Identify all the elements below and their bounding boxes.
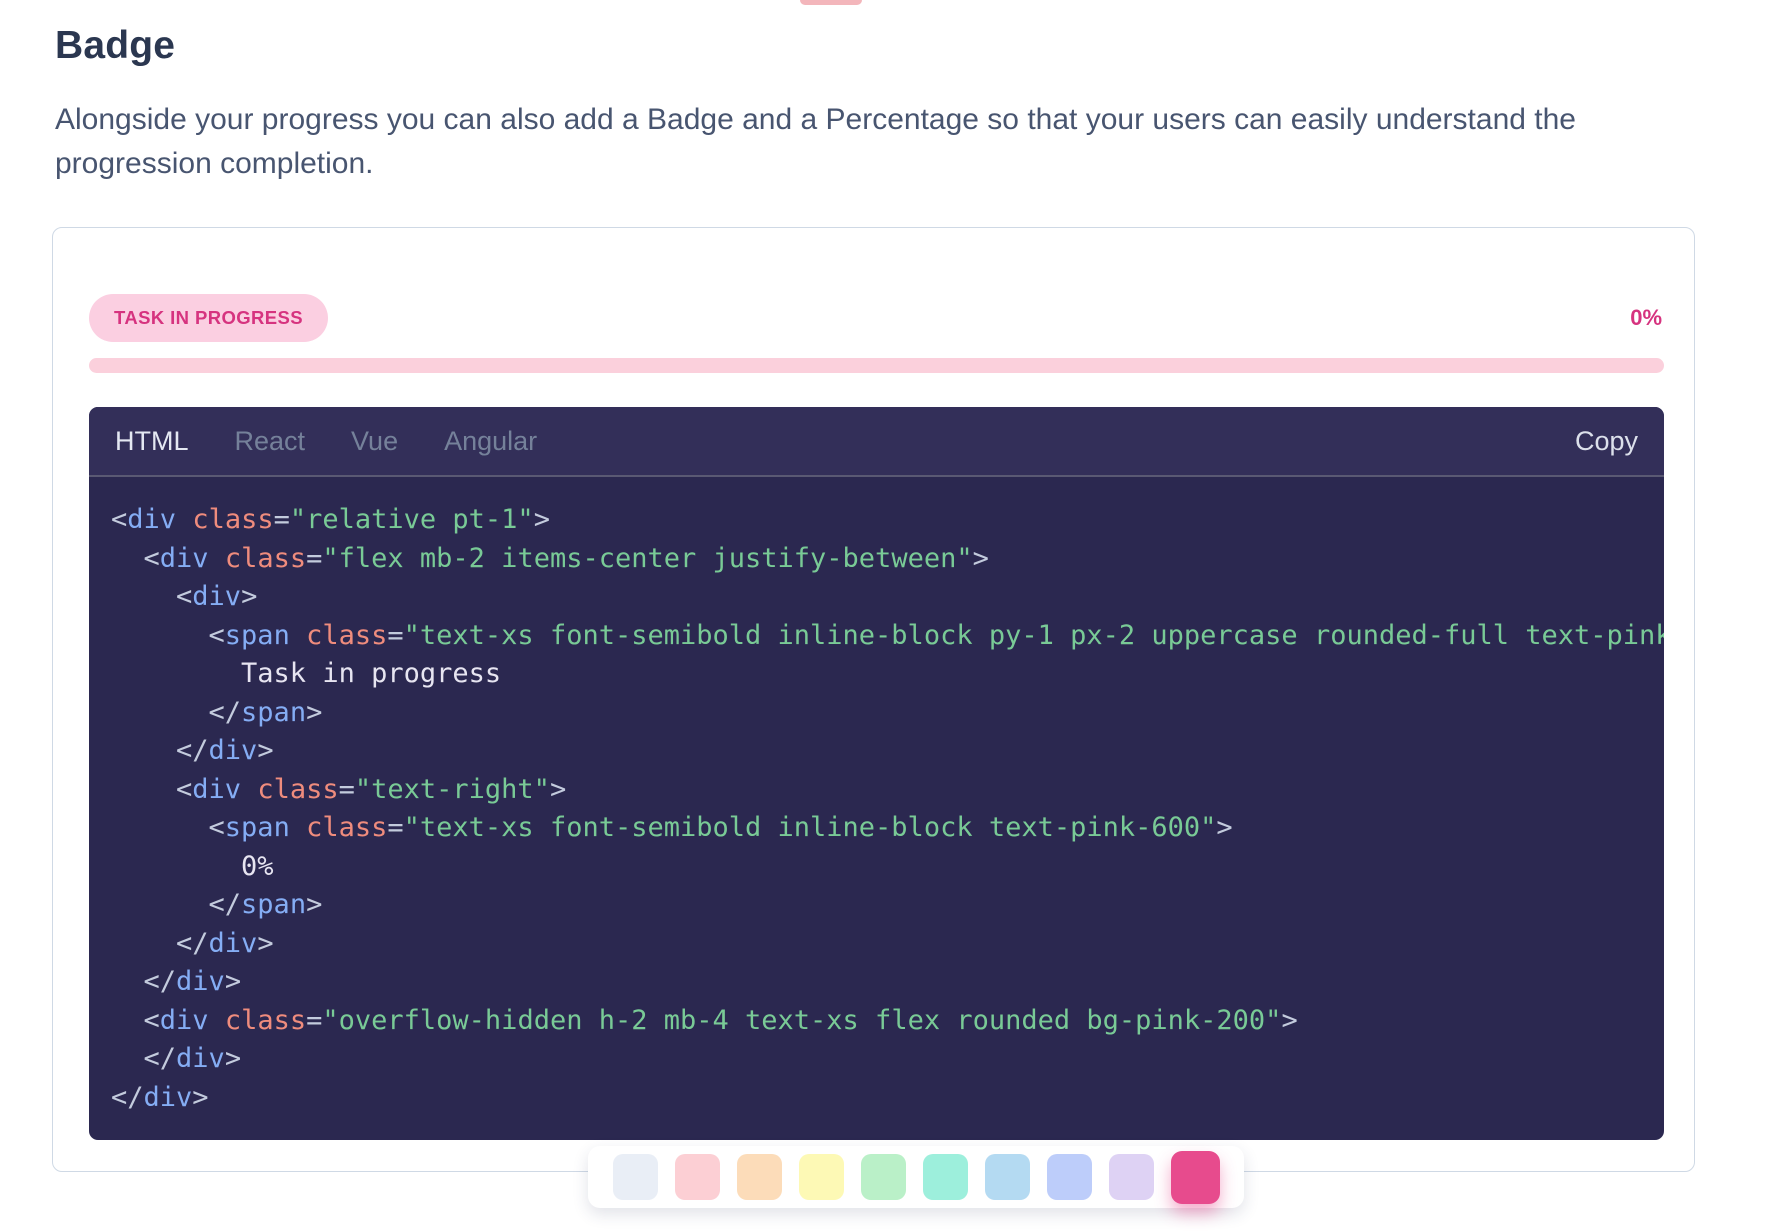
code-line: <div class="flex mb-2 items-center justi…: [111, 540, 1664, 579]
code-block: HTML React Vue Angular Copy <div class="rel…: [89, 407, 1664, 1140]
color-swatch-1[interactable]: [613, 1154, 658, 1200]
code-line: </span>: [111, 694, 1664, 733]
code-line: </span>: [111, 886, 1664, 925]
color-swatch-10-selected[interactable]: [1171, 1151, 1220, 1204]
code-line: </div>: [111, 1040, 1664, 1079]
tab-vue[interactable]: Vue: [351, 426, 398, 457]
demo-card: TASK IN PROGRESS 0% HTML React Vue Angular …: [52, 227, 1695, 1172]
partial-progress-bar-sliver: [800, 0, 862, 5]
badge-row: TASK IN PROGRESS 0%: [89, 294, 1662, 342]
tab-html[interactable]: HTML: [115, 426, 189, 457]
color-swatch-9[interactable]: [1109, 1154, 1154, 1200]
page-title: Badge: [55, 24, 175, 68]
color-swatch-6[interactable]: [923, 1154, 968, 1200]
color-swatch-bar: [588, 1146, 1244, 1208]
code-line: <span class="text-xs font-semibold inlin…: [111, 617, 1664, 656]
code-line: <div class="text-right">: [111, 771, 1664, 810]
code-content: <div class="relative pt-1"> <div class="…: [89, 477, 1664, 1117]
progress-bar-track: [89, 358, 1664, 373]
color-swatch-7[interactable]: [985, 1154, 1030, 1200]
code-line: </div>: [111, 1079, 1664, 1118]
tab-angular[interactable]: Angular: [444, 426, 537, 457]
copy-button[interactable]: Copy: [1575, 426, 1638, 457]
code-line: <span class="text-xs font-semibold inlin…: [111, 809, 1664, 848]
status-badge: TASK IN PROGRESS: [89, 294, 328, 342]
code-line: <div class="relative pt-1">: [111, 501, 1664, 540]
code-line: </div>: [111, 925, 1664, 964]
page-description: Alongside your progress you can also add…: [55, 98, 1665, 186]
code-line: <div>: [111, 578, 1664, 617]
tab-react[interactable]: React: [235, 426, 306, 457]
percentage-label: 0%: [1630, 305, 1662, 331]
color-swatch-8[interactable]: [1047, 1154, 1092, 1200]
color-swatch-2[interactable]: [675, 1154, 720, 1200]
code-line: Task in progress: [111, 655, 1664, 694]
code-line: </div>: [111, 963, 1664, 1002]
code-line: <div class="overflow-hidden h-2 mb-4 tex…: [111, 1002, 1664, 1041]
code-line: 0%: [111, 848, 1664, 887]
code-line: </div>: [111, 732, 1664, 771]
color-swatch-3[interactable]: [737, 1154, 782, 1200]
color-swatch-5[interactable]: [861, 1154, 906, 1200]
color-swatch-4[interactable]: [799, 1154, 844, 1200]
code-tabs-bar: HTML React Vue Angular Copy: [89, 407, 1664, 477]
